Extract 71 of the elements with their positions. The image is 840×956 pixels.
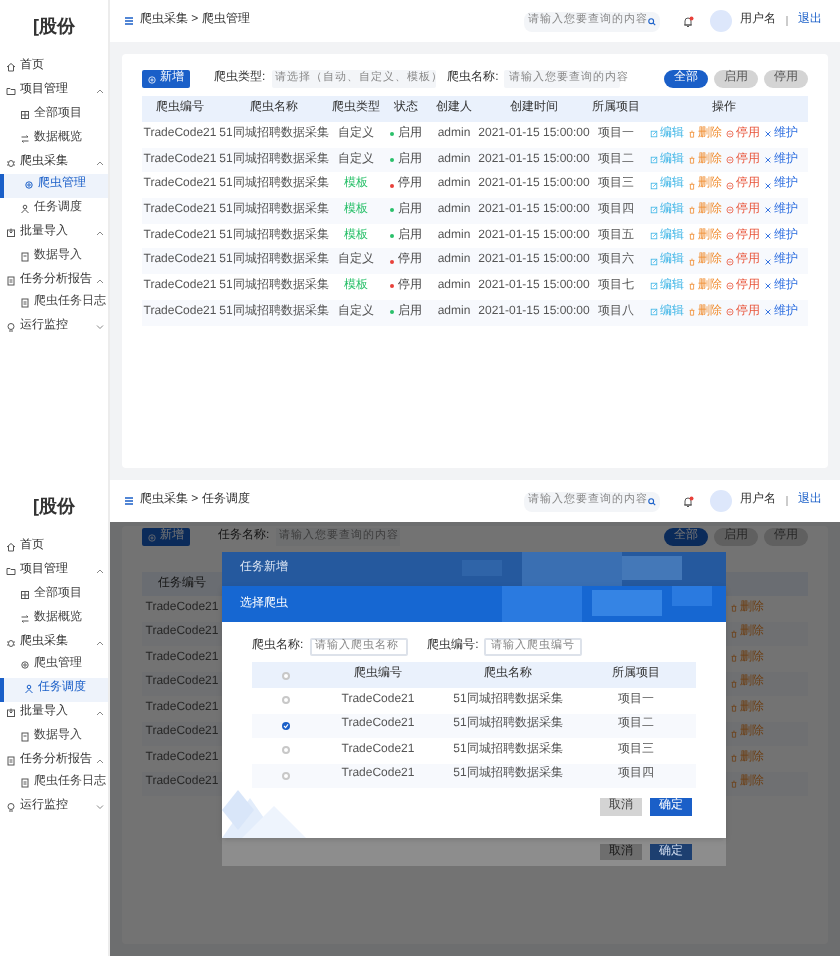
minus-circle-icon (726, 206, 734, 215)
person-icon (20, 204, 30, 215)
gear-icon (20, 660, 30, 671)
gear-icon (24, 180, 34, 191)
plus-icon (148, 75, 156, 83)
import-icon (6, 227, 16, 238)
pencil-icon (650, 282, 658, 291)
radio[interactable] (282, 671, 290, 679)
pencil-icon (650, 232, 658, 241)
logo: [股份 (33, 14, 75, 41)
report-icon (6, 275, 16, 286)
trash-icon (688, 308, 696, 317)
radio-checked[interactable] (282, 721, 290, 730)
trash-icon (688, 232, 696, 241)
person-icon (24, 684, 34, 695)
document-icon (20, 731, 30, 742)
trash-icon (730, 654, 738, 663)
trash-icon (688, 181, 696, 190)
minus-circle-icon (726, 232, 734, 241)
menu-icon (124, 16, 134, 26)
swap-icon (20, 613, 30, 624)
trash-icon (730, 779, 738, 788)
radio[interactable] (282, 696, 290, 705)
document-icon (20, 298, 30, 309)
plus-icon (148, 533, 156, 541)
pencil-icon (650, 257, 658, 266)
minus-circle-icon (726, 308, 734, 317)
report-icon (6, 755, 16, 766)
pencil-icon (650, 206, 658, 215)
home-icon (6, 542, 16, 553)
document-icon (20, 251, 30, 262)
swap-icon (20, 133, 30, 144)
trash-icon (688, 282, 696, 291)
pencil-icon (650, 308, 658, 317)
folder-icon (6, 566, 16, 577)
bell-icon[interactable] (682, 15, 694, 27)
trash-icon (730, 679, 738, 688)
document-icon (20, 778, 30, 789)
avatar[interactable] (710, 10, 732, 32)
menu-icon (124, 496, 134, 506)
trash-icon (730, 754, 738, 763)
minus-circle-icon (726, 282, 734, 291)
minus-circle-icon (726, 181, 734, 190)
home-icon (6, 62, 16, 73)
grid-icon (20, 109, 30, 120)
radio[interactable] (282, 771, 290, 780)
grid-icon (20, 589, 30, 600)
radio[interactable] (282, 746, 290, 755)
minus-circle-icon (726, 156, 734, 165)
minus-circle-icon (726, 257, 734, 266)
logo: [股份 (33, 494, 75, 521)
search-icon (648, 17, 656, 25)
minus-circle-icon (726, 130, 734, 139)
pencil-icon (650, 130, 658, 139)
trash-icon (730, 704, 738, 713)
bug-icon (6, 157, 16, 168)
bell-icon[interactable] (682, 495, 694, 507)
pencil-icon (650, 156, 658, 165)
folder-icon (6, 86, 16, 97)
trash-icon (688, 206, 696, 215)
trash-icon (730, 629, 738, 638)
pencil-icon (650, 181, 658, 190)
trash-icon (688, 130, 696, 139)
trash-icon (730, 729, 738, 738)
trash-icon (688, 257, 696, 266)
avatar[interactable] (710, 490, 732, 512)
search-icon (648, 497, 656, 505)
trash-icon (730, 604, 738, 613)
bug-icon (6, 637, 16, 648)
import-icon (6, 707, 16, 718)
trash-icon (688, 156, 696, 165)
